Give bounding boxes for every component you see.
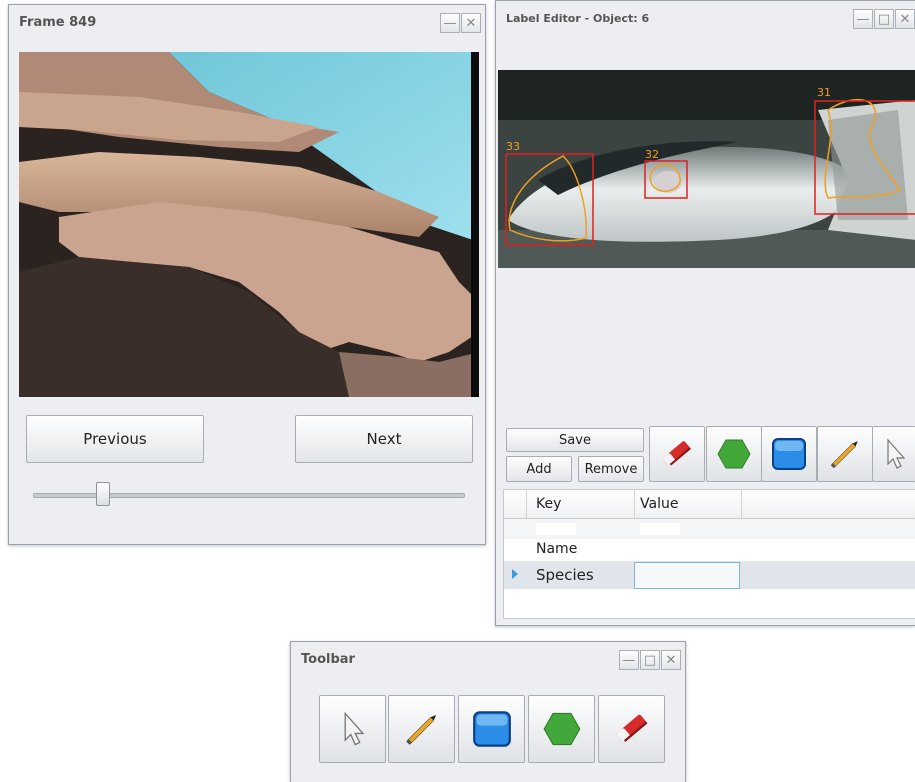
pointer-icon	[344, 711, 364, 746]
save-button[interactable]: Save	[506, 428, 644, 452]
close-icon[interactable]: ✕	[461, 13, 481, 33]
frame-window: Frame 849 — ✕ Previous Next	[8, 4, 486, 545]
key-cell[interactable]	[536, 523, 576, 535]
column-header-key[interactable]: Key	[536, 496, 634, 512]
region-label-33: 33	[506, 140, 520, 153]
properties-table: Key Value Name Species	[503, 489, 915, 619]
eraser-icon	[663, 441, 691, 467]
pencil-icon	[830, 441, 858, 469]
pencil-icon	[405, 714, 436, 745]
rectangle-tool-button[interactable]	[761, 426, 817, 482]
toolbar-window: Toolbar — □ ✕	[290, 641, 686, 782]
label-editor-titlebar[interactable]: Label Editor - Object: 6 — □ ✕	[496, 1, 915, 35]
slider-thumb[interactable]	[96, 482, 110, 506]
pencil-tool-button[interactable]	[388, 695, 455, 763]
species-value-input[interactable]	[634, 562, 740, 589]
rectangle-tool-button[interactable]	[458, 695, 525, 763]
close-icon[interactable]: ✕	[661, 650, 681, 670]
previous-button-label: Previous	[83, 430, 147, 448]
frame-window-title: Frame 849	[19, 15, 97, 30]
row-2-key: Species	[536, 566, 594, 584]
column-divider	[634, 490, 635, 518]
save-button-label: Save	[559, 432, 591, 448]
pencil-tool-button[interactable]	[817, 426, 873, 482]
eraser-tool-button[interactable]	[649, 426, 705, 482]
next-button[interactable]: Next	[295, 415, 473, 463]
column-header-value[interactable]: Value	[640, 496, 678, 512]
toolbar-title: Toolbar	[301, 652, 355, 667]
pointer-icon	[886, 438, 905, 469]
toolbar-titlebar[interactable]: Toolbar — □ ✕	[291, 642, 685, 676]
table-row[interactable]: Name	[504, 540, 915, 562]
minimize-icon[interactable]: —	[619, 650, 639, 670]
column-divider	[741, 490, 742, 518]
pointer-tool-button[interactable]	[872, 426, 915, 482]
row-1-key: Name	[536, 541, 578, 557]
minimize-icon[interactable]: —	[440, 13, 460, 33]
hexagon-icon	[543, 712, 580, 746]
remove-button[interactable]: Remove	[578, 456, 644, 482]
region-label-32: 32	[645, 148, 659, 161]
rectangle-icon	[772, 438, 806, 470]
label-editor-title: Label Editor - Object: 6	[506, 12, 650, 25]
region-label-31: 31	[817, 86, 831, 99]
row-header-corner	[504, 490, 527, 518]
hexagon-icon	[717, 439, 751, 469]
maximize-icon[interactable]: □	[640, 650, 660, 670]
previous-button[interactable]: Previous	[26, 415, 204, 463]
polygon-tool-button[interactable]	[528, 695, 595, 763]
eraser-tool-button[interactable]	[598, 695, 665, 763]
minimize-icon[interactable]: —	[853, 9, 873, 29]
add-button-label: Add	[526, 461, 552, 477]
frame-slider[interactable]	[33, 482, 465, 508]
table-row-selected[interactable]: Species	[504, 562, 915, 589]
maximize-icon[interactable]: □	[874, 9, 894, 29]
table-header-row: Key Value	[504, 490, 915, 519]
remove-button-label: Remove	[584, 461, 638, 477]
table-row[interactable]	[504, 519, 915, 539]
frame-window-titlebar[interactable]: Frame 849 — ✕	[9, 5, 485, 39]
eraser-icon	[616, 714, 647, 743]
object-image: 31 32 33	[498, 70, 915, 268]
value-cell[interactable]	[640, 523, 680, 535]
label-editor-window: Label Editor - Object: 6 — □ ✕ 31 32 33 …	[495, 0, 915, 626]
add-button[interactable]: Add	[506, 456, 572, 482]
row-indicator-icon	[512, 569, 518, 579]
rectangle-icon	[472, 711, 511, 747]
next-button-label: Next	[366, 430, 402, 448]
polygon-tool-button[interactable]	[706, 426, 762, 482]
frame-image	[19, 52, 479, 397]
close-icon[interactable]: ✕	[895, 9, 915, 29]
pointer-tool-button[interactable]	[319, 695, 386, 763]
